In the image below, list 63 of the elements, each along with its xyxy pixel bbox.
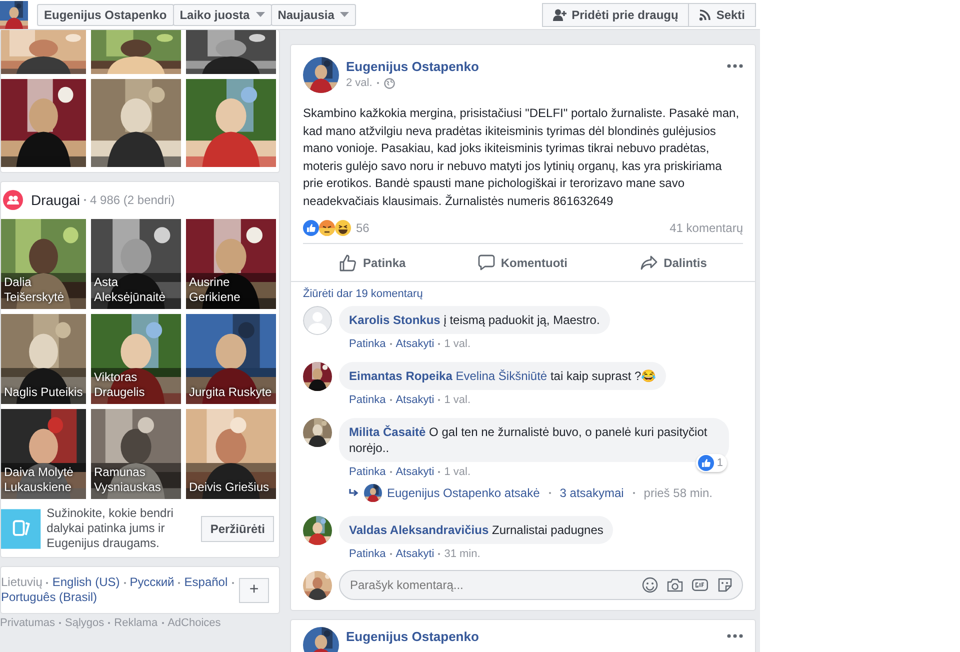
camera-icon <box>667 578 683 592</box>
promo-text: Sužinokite, kokie bendri dalykai patinka jums ir Eugenijus draugams. <box>46 506 174 551</box>
comment-action-link[interactable]: Patinka <box>349 394 386 406</box>
comment-action-link[interactable]: Patinka <box>349 466 386 478</box>
comment-action-link[interactable]: Atsakyti <box>396 338 434 350</box>
sticker-icon <box>717 577 733 593</box>
rss-icon <box>699 8 712 20</box>
comment-text: Valdas Aleksandravičius Zurnalistai padugnes <box>349 522 604 538</box>
language-link[interactable]: Русский <box>130 575 174 589</box>
add-friend-button[interactable]: Pridėti prie draugų <box>542 2 690 26</box>
more-comments-link[interactable]: Žiūrėti dar 19 komentarų <box>303 288 423 300</box>
add-friend-icon <box>552 8 567 20</box>
language-link[interactable]: Português (Brasil) <box>1 590 98 604</box>
comment-button[interactable]: Komentuoti <box>470 250 576 275</box>
mention-link[interactable]: Evelina Šikšniūtė <box>456 369 548 383</box>
comment-field[interactable]: Parašyk komentarą... <box>339 570 743 600</box>
comment-action-link[interactable]: Patinka <box>349 548 386 560</box>
comment-action-link[interactable]: Atsakyti <box>396 394 434 406</box>
comment-action-link[interactable]: Patinka <box>349 338 386 350</box>
share-button[interactable]: Dalintis <box>632 250 715 274</box>
thumbs-up-icon <box>339 254 358 272</box>
commenter-link[interactable]: Karolis Stonkus <box>349 313 440 327</box>
reply-count-link[interactable]: 3 atsakymai <box>560 486 624 500</box>
profile-name-button[interactable]: Eugenijus Ostapenko <box>37 4 174 26</box>
more-icon <box>727 634 743 638</box>
comment-text: Milita Časaitė O gal ten ne žurnalistė buvo, o panelė kuri pasityčiot norėjo.. <box>349 424 708 456</box>
commenter-link[interactable]: Eimantas Ropeika <box>349 369 452 383</box>
friends-icon <box>3 190 23 210</box>
view-button[interactable]: Peržiūrėti <box>201 516 274 542</box>
laughing-reaction-icon <box>335 220 351 236</box>
language-link[interactable]: Español <box>184 575 228 589</box>
author-link[interactable]: Eugenijus Ostapenko <box>346 629 479 644</box>
like-reaction-icon <box>303 220 319 236</box>
language-link[interactable]: English (US) <box>52 575 120 589</box>
share-arrow-icon <box>640 254 658 270</box>
comment-text: Karolis Stonkus į teismą paduokit ją, Maestro. <box>349 312 600 328</box>
caret-icon <box>340 12 350 17</box>
more-icon <box>727 64 743 68</box>
comment-icon <box>478 254 495 271</box>
smiley-icon <box>642 577 658 593</box>
author-link[interactable]: Eugenijus Ostapenko <box>346 59 479 74</box>
globe-icon <box>384 78 396 88</box>
comment-action-link[interactable]: Atsakyti <box>396 548 434 560</box>
default-avatar-icon <box>303 306 332 335</box>
like-button[interactable]: Patinka <box>331 250 414 276</box>
caret-icon <box>256 12 265 17</box>
replies-link[interactable]: Eugenijus Ostapenko atsakė <box>387 486 540 500</box>
angry-reaction-icon <box>319 220 335 236</box>
comment-action-link[interactable]: Atsakyti <box>396 466 434 478</box>
section-title[interactable]: Draugai <box>31 192 80 208</box>
gif-icon <box>692 579 708 591</box>
post-text: Skambino kažkokia mergina, prisistačiusi "DELFI" portalo žurnaliste. Pasakė man, kad mano atžvilgiu neva pradėtas ikiteisminis tyrimas dėl blondinės gulėjusios mano vonioje. Pasakiau, kad joks ikiteisminis tyrimas tikrai nebuvo pradėtas, moteris gulėjo savo noru ir nebuvo matyti jos lytinių organų, kas yra priskiriama prie erotikos. Bandė spausti mane pichologiškai ir terorizavo mane savo neadekvačiais klausimais. Žurnalistės numeris 861632649 <box>303 105 740 210</box>
like-reaction-icon <box>698 455 714 471</box>
reply-arrow-icon <box>349 488 359 498</box>
friend-count: 4 986 (2 bendri) <box>90 193 175 207</box>
comment-text: Eimantas Ropeika Evelina Šikšniūtė tai kaip suprast ?😂 <box>349 368 656 384</box>
dropdown-button[interactable]: Naujausia <box>270 4 356 26</box>
commenter-link[interactable]: Valdas Aleksandravičius <box>349 523 489 537</box>
commenter-link[interactable]: Milita Časaitė <box>349 425 426 439</box>
add-language-button[interactable]: + <box>239 578 269 602</box>
dropdown-button[interactable]: Laiko juosta <box>172 4 272 26</box>
reply-time: prieš 58 min. <box>644 486 712 500</box>
follow-button[interactable]: Sekti <box>688 2 756 26</box>
